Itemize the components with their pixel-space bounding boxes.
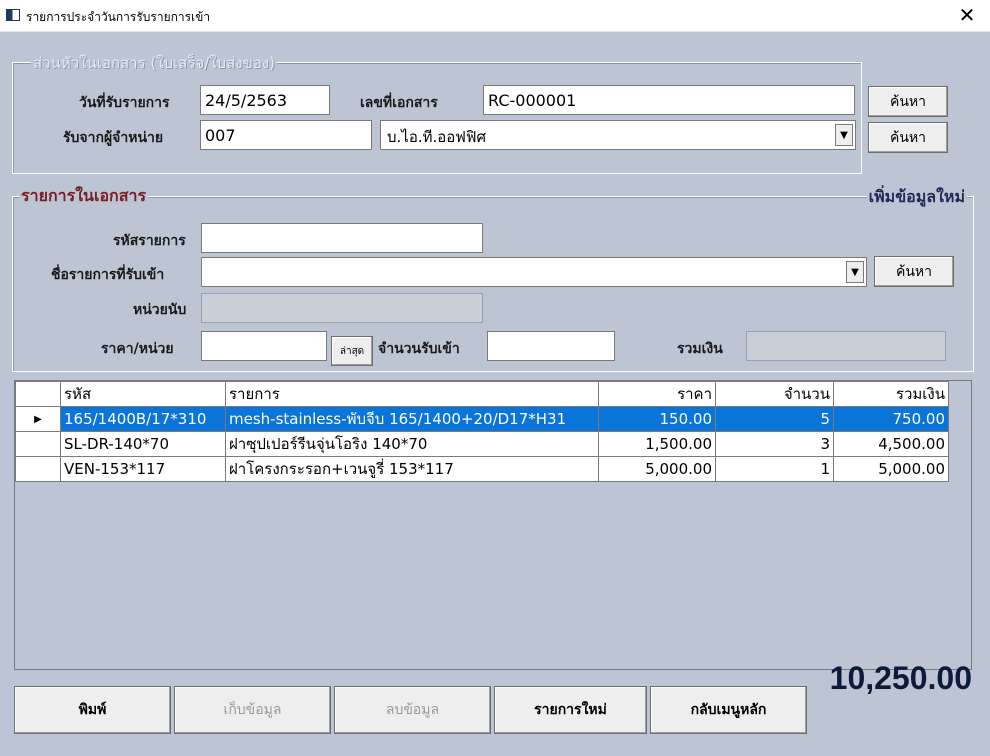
cell-code[interactable]: 165/1400B/17*310 bbox=[60, 406, 226, 432]
price-label: ราคา/หน่วย bbox=[101, 341, 174, 357]
cell-total[interactable]: 5,000.00 bbox=[833, 456, 949, 482]
title-bar: รายการประจำวันการรับรายการเข้า ✕ bbox=[0, 0, 990, 32]
cell-code[interactable]: SL-DR-140*70 bbox=[60, 431, 226, 457]
unit-label: หน่วยนับ bbox=[133, 302, 187, 318]
save-button[interactable]: เก็บข้อมูล bbox=[174, 686, 331, 734]
header-group-legend: ส่วนหัวในเอกสาร (ใบเสร็จ/ใบส่งของ) bbox=[31, 51, 277, 75]
item-code-field[interactable] bbox=[201, 223, 483, 253]
items-groupbox: รายการในเอกสาร เพิ่มข้อมูลใหม่ รหัสรายกา… bbox=[12, 184, 974, 372]
cell-total[interactable]: 750.00 bbox=[833, 406, 949, 432]
form-client-area: ส่วนหัวในเอกสาร (ใบเสร็จ/ใบส่งของ) วันที… bbox=[0, 32, 990, 756]
col-header-total[interactable]: รวมเงิน bbox=[833, 381, 949, 407]
app-window-icon bbox=[6, 9, 20, 21]
cell-name[interactable]: ฝาโครงกระรอก+เวนจูรี่ 153*117 bbox=[225, 456, 599, 482]
add-new-link[interactable]: เพิ่มข้อมูลใหม่ bbox=[866, 185, 967, 210]
receive-date-field[interactable] bbox=[200, 85, 330, 115]
cell-code[interactable]: VEN-153*117 bbox=[60, 456, 226, 482]
cell-qty[interactable]: 5 bbox=[715, 406, 834, 432]
table-row[interactable]: SL-DR-140*70 ฝาซุปเปอร์รีนจุ่นโอริง 140*… bbox=[15, 431, 949, 457]
supplier-label: รับจากผู้จำหน่าย bbox=[63, 130, 164, 146]
delete-button[interactable]: ลบข้อมูล bbox=[334, 686, 491, 734]
line-total-field bbox=[746, 331, 946, 361]
doc-no-field[interactable] bbox=[483, 85, 855, 115]
cell-qty[interactable]: 3 bbox=[715, 431, 834, 457]
supplier-name-combo[interactable]: บ.ไอ.ที.ออฟฟิศ ▼ bbox=[380, 120, 856, 150]
grid-corner-cell bbox=[15, 381, 61, 407]
cell-price[interactable]: 5,000.00 bbox=[598, 456, 716, 482]
grid-header-row: รหัส รายการ ราคา จำนวน รวมเงิน bbox=[15, 381, 949, 407]
col-header-name[interactable]: รายการ bbox=[225, 381, 599, 407]
cell-qty[interactable]: 1 bbox=[715, 456, 834, 482]
supplier-code-field[interactable] bbox=[200, 120, 372, 150]
table-row[interactable]: ▶ 165/1400B/17*310 mesh-stainless-พับจีบ… bbox=[15, 406, 949, 432]
items-group-legend: รายการในเอกสาร bbox=[19, 184, 149, 209]
row-header-cell[interactable] bbox=[15, 456, 61, 482]
chevron-down-icon[interactable]: ▼ bbox=[835, 124, 853, 146]
row-indicator-icon[interactable]: ▶ bbox=[15, 406, 61, 432]
col-header-price[interactable]: ราคา bbox=[598, 381, 716, 407]
close-button[interactable]: ✕ bbox=[944, 0, 990, 32]
receive-date-label: วันที่รับรายการ bbox=[79, 95, 170, 111]
items-table: รหัส รายการ ราคา จำนวน รวมเงิน ▶ 165/140… bbox=[15, 381, 949, 482]
col-header-qty[interactable]: จำนวน bbox=[715, 381, 834, 407]
latest-price-button[interactable]: ล่าสุด bbox=[331, 336, 373, 366]
header-groupbox: ส่วนหัวในเอกสาร (ใบเสร็จ/ใบส่งของ) วันที… bbox=[12, 51, 862, 174]
qty-label: จำนวนรับเข้า bbox=[378, 341, 460, 357]
grand-total: 10,250.00 bbox=[829, 660, 972, 696]
cell-name[interactable]: mesh-stainless-พับจีบ 165/1400+20/D17*H3… bbox=[225, 406, 599, 432]
cell-total[interactable]: 4,500.00 bbox=[833, 431, 949, 457]
supplier-name-value: บ.ไอ.ที.ออฟฟิศ bbox=[387, 128, 487, 146]
back-to-main-menu-button[interactable]: กลับเมนูหลัก bbox=[650, 686, 807, 734]
cell-price[interactable]: 1,500.00 bbox=[598, 431, 716, 457]
doc-no-label: เลขที่เอกสาร bbox=[360, 95, 438, 111]
col-header-code[interactable]: รหัส bbox=[60, 381, 226, 407]
qty-field[interactable] bbox=[487, 331, 615, 361]
search-supplier-button[interactable]: ค้นหา bbox=[868, 122, 948, 153]
item-name-combo[interactable]: ▼ bbox=[201, 257, 867, 287]
line-total-label: รวมเงิน bbox=[677, 341, 723, 357]
unit-field bbox=[201, 293, 483, 323]
new-entry-button[interactable]: รายการใหม่ bbox=[494, 686, 647, 734]
table-row[interactable]: VEN-153*117 ฝาโครงกระรอก+เวนจูรี่ 153*11… bbox=[15, 456, 949, 482]
cell-name[interactable]: ฝาซุปเปอร์รีนจุ่นโอริง 140*70 bbox=[225, 431, 599, 457]
window-title: รายการประจำวันการรับรายการเข้า bbox=[26, 10, 211, 24]
search-item-button[interactable]: ค้นหา bbox=[874, 256, 954, 287]
items-grid[interactable]: รหัส รายการ ราคา จำนวน รวมเงิน ▶ 165/140… bbox=[14, 380, 972, 670]
item-name-label: ชื่อรายการที่รับเข้า bbox=[51, 267, 165, 283]
row-header-cell[interactable] bbox=[15, 431, 61, 457]
print-button[interactable]: พิมพ์ bbox=[14, 686, 171, 734]
chevron-down-icon[interactable]: ▼ bbox=[846, 261, 864, 283]
price-field[interactable] bbox=[201, 331, 327, 361]
search-doc-button[interactable]: ค้นหา bbox=[868, 86, 948, 117]
item-code-label: รหัสรายการ bbox=[113, 233, 186, 249]
cell-price[interactable]: 150.00 bbox=[598, 406, 716, 432]
